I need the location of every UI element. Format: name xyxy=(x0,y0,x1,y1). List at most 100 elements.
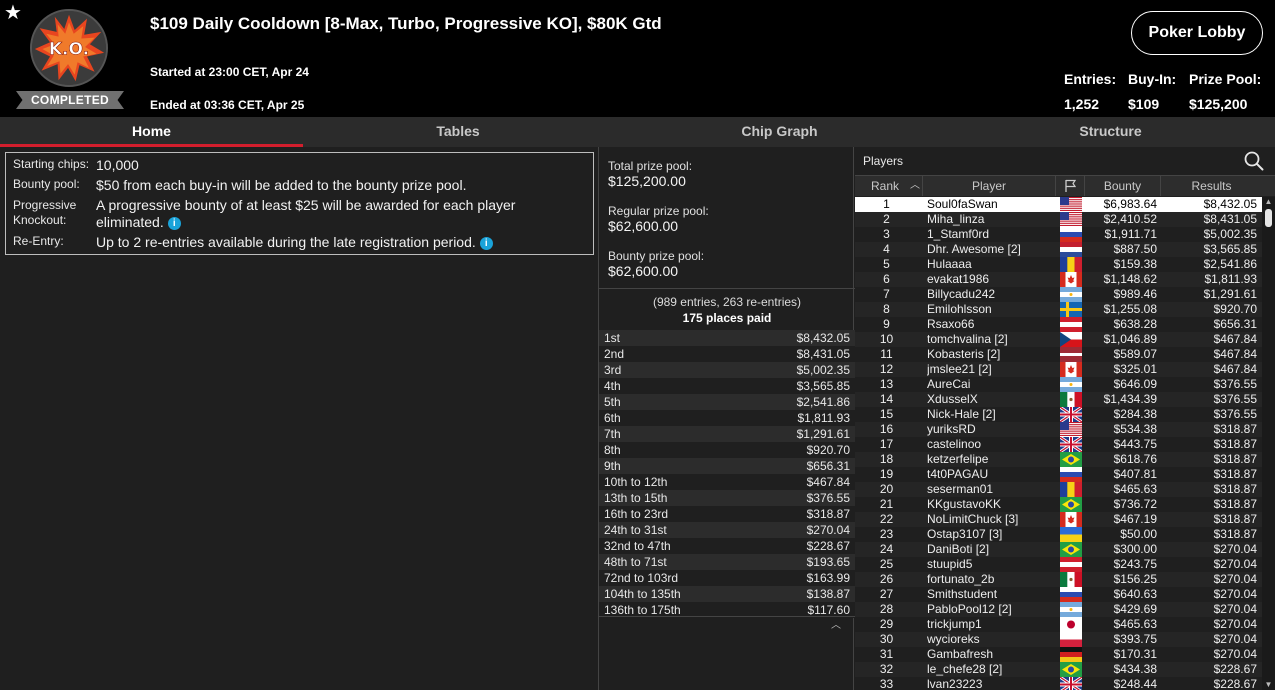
player-row[interactable]: 11 Kobasteris [2] $589.07 $467.84 xyxy=(855,347,1262,362)
player-row[interactable]: 6 evakat1986 $1,148.62 $1,811.93 xyxy=(855,272,1262,287)
column-rank[interactable]: Rank ︿ xyxy=(855,176,923,196)
info-icon[interactable]: i xyxy=(479,237,493,250)
player-row[interactable]: 15 Nick-Hale [2] $284.38 $376.55 xyxy=(855,407,1262,422)
player-row[interactable]: 28 PabloPool12 [2] $429.69 $270.04 xyxy=(855,602,1262,617)
player-name: DaniBoti [2] xyxy=(927,542,990,556)
player-rank: 2 xyxy=(883,212,890,226)
player-bounty: $170.31 xyxy=(1113,647,1157,661)
info-value: Up to 2 re-entries available during the … xyxy=(96,234,476,250)
player-row[interactable]: 17 castelinoo $443.75 $318.87 xyxy=(855,437,1262,452)
player-rank: 4 xyxy=(883,242,890,256)
player-row[interactable]: 22 NoLimitChuck [3] $467.19 $318.87 xyxy=(855,512,1262,527)
player-rank: 3 xyxy=(883,227,890,241)
player-row[interactable]: 18 ketzerfelipe $618.76 $318.87 xyxy=(855,452,1262,467)
player-row[interactable]: 26 fortunato_2b $156.25 $270.04 xyxy=(855,572,1262,587)
player-row[interactable]: 30 wycioreks $393.75 $270.04 xyxy=(855,632,1262,647)
player-bounty: $1,434.39 xyxy=(1103,392,1157,406)
tab-tables[interactable]: Tables xyxy=(303,117,613,147)
column-player[interactable]: Player xyxy=(923,176,1056,196)
player-row[interactable]: 33 lvan23223 $248.44 $228.67 xyxy=(855,677,1262,690)
player-result: $270.04 xyxy=(1213,542,1257,556)
player-rank: 31 xyxy=(879,647,894,661)
player-row[interactable]: 32 le_chefe28 [2] $434.38 $228.67 xyxy=(855,662,1262,677)
payout-place: 5th xyxy=(604,395,621,409)
column-results[interactable]: Results xyxy=(1161,176,1262,196)
scroll-thumb[interactable] xyxy=(1265,209,1272,227)
prize-panel: Total prize pool: $125,200.00 Regular pr… xyxy=(598,147,855,690)
country-flag-icon xyxy=(1060,617,1082,632)
player-bounty: $434.38 xyxy=(1113,662,1157,676)
search-icon[interactable] xyxy=(1244,151,1264,171)
payout-amount: $8,432.05 xyxy=(796,331,850,345)
player-rank: 32 xyxy=(879,662,894,676)
player-row[interactable]: 10 tomchvalina [2] $1,046.89 $467.84 xyxy=(855,332,1262,347)
tab-chip-graph[interactable]: Chip Graph xyxy=(613,117,946,147)
player-bounty: $6,983.64 xyxy=(1103,197,1157,211)
poker-lobby-button[interactable]: Poker Lobby xyxy=(1131,11,1263,55)
player-row[interactable]: 31 Gambafresh $170.31 $270.04 xyxy=(855,647,1262,662)
player-result: $376.55 xyxy=(1213,407,1257,421)
player-row[interactable]: 12 jmslee21 [2] $325.01 $467.84 xyxy=(855,362,1262,377)
player-rank: 17 xyxy=(879,437,894,451)
tab-structure[interactable]: Structure xyxy=(946,117,1275,147)
player-bounty: $1,255.08 xyxy=(1103,302,1157,316)
column-bounty[interactable]: Bounty xyxy=(1085,176,1161,196)
country-flag-icon xyxy=(1060,197,1082,212)
player-row[interactable]: 24 DaniBoti [2] $300.00 $270.04 xyxy=(855,542,1262,557)
player-name: Ostap3107 [3] xyxy=(927,527,1003,541)
player-row[interactable]: 19 t4t0PAGAU $407.81 $318.87 xyxy=(855,467,1262,482)
players-title: Players xyxy=(863,154,904,168)
player-row[interactable]: 8 Emilohlsson $1,255.08 $920.70 xyxy=(855,302,1262,317)
payout-amount: $138.87 xyxy=(806,587,850,601)
player-row[interactable]: 2 Miha_linza $2,410.52 $8,431.05 xyxy=(855,212,1262,227)
payout-table: 1st $8,432.05 2nd $8,431.05 3rd $5,002.35 4th $… xyxy=(599,330,855,618)
player-row[interactable]: 13 AureCai $646.09 $376.55 xyxy=(855,377,1262,392)
player-row[interactable]: 23 Ostap3107 [3] $50.00 $318.87 xyxy=(855,527,1262,542)
column-flag[interactable] xyxy=(1056,176,1085,196)
player-bounty: $159.38 xyxy=(1113,257,1157,271)
tab-home[interactable]: Home xyxy=(0,117,303,147)
player-row[interactable]: 27 Smithstudent $640.63 $270.04 xyxy=(855,587,1262,602)
player-rank: 5 xyxy=(883,257,890,271)
player-row[interactable]: 21 KKgustavoKK $736.72 $318.87 xyxy=(855,497,1262,512)
player-result: $270.04 xyxy=(1213,557,1257,571)
player-row[interactable]: 4 Dhr. Awesome [2] $887.50 $3,565.85 xyxy=(855,242,1262,257)
player-row[interactable]: 5 Hulaaaa $159.38 $2,541.86 xyxy=(855,257,1262,272)
player-row[interactable]: 25 stuupid5 $243.75 $270.04 xyxy=(855,557,1262,572)
scroll-up-icon[interactable]: ▲ xyxy=(1262,197,1275,207)
player-row[interactable]: 20 seserman01 $465.63 $318.87 xyxy=(855,482,1262,497)
player-rank: 33 xyxy=(879,677,894,690)
players-scrollbar[interactable]: ▲ ▼ xyxy=(1262,197,1275,690)
player-name: Kobasteris [2] xyxy=(927,347,1001,361)
status-badge: COMPLETED xyxy=(16,91,124,109)
scroll-down-icon[interactable]: ▼ xyxy=(1262,680,1275,690)
payout-row: 4th $3,565.85 xyxy=(599,378,855,394)
pool-value: $62,600.00 xyxy=(608,263,679,279)
player-name: t4t0PAGAU xyxy=(927,467,989,481)
player-bounty: $243.75 xyxy=(1113,557,1157,571)
payout-amount: $193.65 xyxy=(806,555,850,569)
player-name: jmslee21 [2] xyxy=(927,362,992,376)
player-row[interactable]: 1 Soul0faSwan $6,983.64 $8,432.05 xyxy=(855,197,1262,212)
player-result: $228.67 xyxy=(1213,662,1257,676)
payout-row: 104th to 135th $138.87 xyxy=(599,586,855,602)
info-icon[interactable]: i xyxy=(167,217,181,230)
player-name: AureCai xyxy=(927,377,971,391)
player-row[interactable]: 14 XdusselX $1,434.39 $376.55 xyxy=(855,392,1262,407)
country-flag-icon xyxy=(1060,257,1082,272)
chevron-up-icon[interactable]: ︿ xyxy=(831,616,841,631)
player-row[interactable]: 9 Rsaxo66 $638.28 $656.31 xyxy=(855,317,1262,332)
player-row[interactable]: 29 trickjump1 $465.63 $270.04 xyxy=(855,617,1262,632)
player-row[interactable]: 16 yuriksRD $534.38 $318.87 xyxy=(855,422,1262,437)
player-row[interactable]: 7 Billycadu242 $989.46 $1,291.61 xyxy=(855,287,1262,302)
player-bounty: $1,148.62 xyxy=(1103,272,1157,286)
player-row[interactable]: 3 1_Stamf0rd $1,911.71 $5,002.35 xyxy=(855,227,1262,242)
player-bounty: $989.46 xyxy=(1113,287,1157,301)
start-time: Started at 23:00 CET, Apr 24 xyxy=(150,65,309,79)
page-title: $109 Daily Cooldown [8-Max, Turbo, Progr… xyxy=(150,14,662,33)
player-bounty: $429.69 xyxy=(1113,602,1157,616)
column-rank-label: Rank xyxy=(871,179,900,193)
player-name: trickjump1 xyxy=(927,617,982,631)
favorite-star-icon[interactable]: ★ xyxy=(4,2,22,24)
player-bounty: $50.00 xyxy=(1120,527,1157,541)
